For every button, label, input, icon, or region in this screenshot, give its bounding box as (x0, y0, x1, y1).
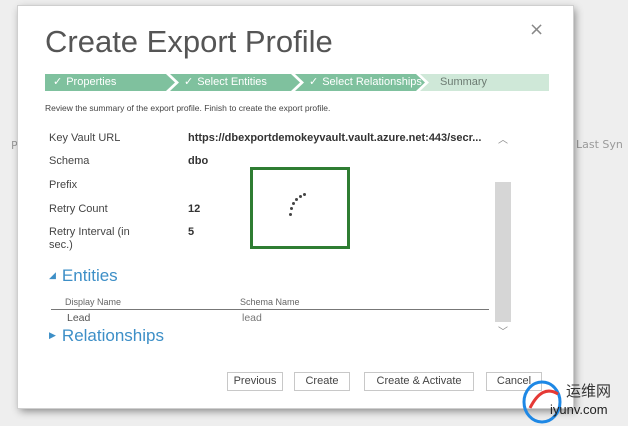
triangle-right-icon: ▶ (49, 330, 56, 340)
field-value: 12 (188, 203, 201, 215)
relationships-section-header[interactable]: ▶ Relationships (49, 326, 164, 344)
field-label: Retry Count (49, 203, 108, 215)
instruction-text: Review the summary of the export profile… (45, 103, 331, 113)
site-watermark: 运维网 iyunv.com (520, 378, 628, 426)
background-column-header-last-sync: Last Syn (576, 138, 623, 151)
cell-schema-name: lead (242, 312, 262, 324)
entities-table: Display Name Schema Name Lead lead (51, 297, 489, 324)
chevron-up-icon[interactable]: ︿ (495, 134, 511, 148)
watermark-domain-text: iyunv.com (550, 402, 608, 417)
checkmark-icon: ✓ (309, 76, 319, 88)
field-label: Retry Interval (in sec.) (49, 226, 130, 251)
cell-display-name: Lead (67, 312, 91, 324)
spinner-dot (303, 193, 306, 196)
wizard-steps: ✓ Properties ✓ Select Entities ✓ Select Rel… (45, 74, 549, 91)
background-column-fragment: P (11, 139, 18, 152)
scrollbar-thumb[interactable] (495, 182, 511, 322)
spinner-dot (295, 198, 298, 201)
vertical-scrollbar[interactable]: ︿ ﹀ (495, 124, 511, 344)
step-properties[interactable]: ✓ Properties (45, 74, 175, 91)
close-icon[interactable]: × (529, 20, 544, 40)
relationships-section-title: Relationships (61, 326, 164, 344)
dialog-title: Create Export Profile (45, 24, 333, 59)
previous-button[interactable]: Previous (227, 372, 283, 391)
spinner-dot (292, 202, 295, 205)
spinner-dot (289, 213, 292, 216)
column-header-schema-name: Schema Name (240, 297, 300, 307)
entities-section-title: Entities (61, 266, 118, 285)
checkmark-icon: ✓ (53, 76, 63, 88)
column-header-display-name: Display Name (65, 297, 122, 307)
dialog-buttons: Previous Create Create & Activate Cancel (18, 372, 573, 392)
entities-section-header[interactable]: ◢ Entities (49, 266, 118, 286)
create-export-profile-dialog: Create Export Profile × ✓ Properties ✓ Sel… (18, 6, 573, 408)
create-and-activate-button[interactable]: Create & Activate (364, 372, 474, 391)
field-value: 5 (188, 226, 195, 238)
step-select-relationships[interactable]: ✓ Select Relationships (295, 74, 425, 91)
watermark-chinese-text: 运维网 (566, 382, 612, 400)
step-summary[interactable]: Summary (420, 74, 549, 91)
create-button[interactable]: Create (294, 372, 350, 391)
field-label: Key Vault URL (49, 132, 121, 144)
step-label: Properties (66, 76, 117, 88)
spinner-dot (290, 207, 293, 210)
field-value: https://dbexportdemokeyvault.vault.azure… (188, 132, 482, 144)
loading-indicator (250, 167, 350, 249)
triangle-down-icon: ◢ (49, 270, 56, 280)
field-label: Schema (49, 155, 90, 167)
step-label: Select Relationships (322, 76, 422, 88)
field-label: Prefix (49, 179, 78, 191)
table-row[interactable]: Lead lead (51, 310, 489, 324)
step-label: Summary (440, 76, 488, 88)
step-select-entities[interactable]: ✓ Select Entities (170, 74, 300, 91)
field-value: dbo (188, 155, 209, 167)
step-label: Select Entities (197, 76, 267, 88)
spinner-dot (299, 195, 302, 198)
checkmark-icon: ✓ (184, 76, 194, 88)
chevron-down-icon[interactable]: ﹀ (495, 326, 511, 340)
table-header: Display Name Schema Name (51, 297, 489, 310)
